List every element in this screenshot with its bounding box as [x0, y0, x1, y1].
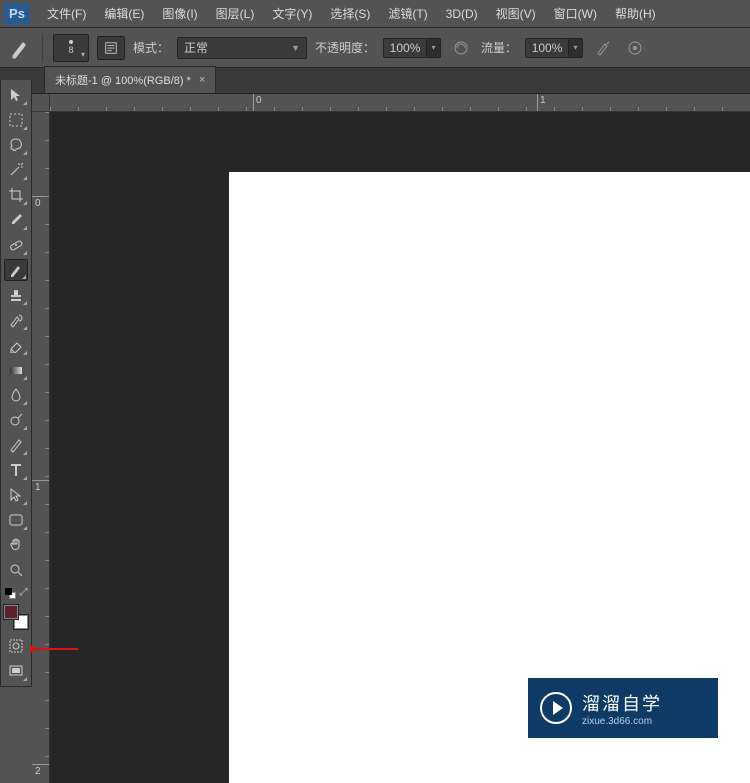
eraser-tool[interactable] [4, 334, 28, 356]
menu-3d[interactable]: 3D(D) [437, 3, 487, 25]
blur-tool[interactable] [4, 384, 28, 406]
document-tab[interactable]: 未标题-1 @ 100%(RGB/8) * × [44, 66, 216, 93]
menu-edit[interactable]: 编辑(E) [95, 1, 153, 26]
color-swatches [3, 604, 29, 630]
watermark: 溜溜自学 zixue.3d66.com [528, 678, 718, 738]
opacity-input[interactable]: 100% [383, 38, 427, 58]
shape-tool[interactable] [4, 509, 28, 531]
watermark-text: 溜溜自学 [582, 690, 662, 716]
brush-tool[interactable] [4, 259, 28, 281]
quick-select-tool[interactable] [4, 159, 28, 181]
opacity-label: 不透明度： [315, 39, 375, 56]
blend-mode-select[interactable]: 正常▼ [177, 37, 307, 59]
vertical-ruler[interactable]: 012 [32, 112, 50, 783]
gradient-tool[interactable] [4, 359, 28, 381]
menu-filter[interactable]: 滤镜(T) [379, 1, 436, 26]
reset-colors-icon[interactable] [5, 588, 16, 599]
mode-label: 模式： [133, 39, 169, 56]
zoom-tool[interactable] [4, 559, 28, 581]
play-icon [540, 692, 572, 724]
opacity-dropdown[interactable]: ▾ [427, 38, 441, 58]
menu-bar: Ps 文件(F) 编辑(E) 图像(I) 图层(L) 文字(Y) 选择(S) 滤… [0, 0, 750, 28]
swap-colors-icon[interactable]: ⤢ [20, 588, 28, 599]
eyedropper-tool[interactable] [4, 209, 28, 231]
opacity-pressure-toggle[interactable] [449, 37, 473, 59]
flow-label: 流量： [481, 39, 517, 56]
brush-preset-picker[interactable]: 8 ▾ [53, 34, 89, 62]
foreground-color-swatch[interactable] [3, 604, 19, 620]
horizontal-ruler[interactable]: 01 [50, 94, 750, 112]
menu-window[interactable]: 窗口(W) [545, 1, 606, 26]
move-tool[interactable] [4, 84, 28, 106]
size-pressure-toggle[interactable] [623, 37, 647, 59]
type-tool[interactable] [4, 459, 28, 481]
options-bar: 8 ▾ 模式： 正常▼ 不透明度： 100% ▾ 流量： 100% ▾ [0, 28, 750, 68]
screen-mode-toggle[interactable] [4, 660, 28, 682]
flow-input[interactable]: 100% [525, 38, 569, 58]
lasso-tool[interactable] [4, 134, 28, 156]
watermark-url: zixue.3d66.com [582, 716, 662, 727]
app-logo: Ps [4, 3, 30, 25]
clone-stamp-tool[interactable] [4, 284, 28, 306]
dodge-tool[interactable] [4, 409, 28, 431]
menu-select[interactable]: 选择(S) [321, 1, 379, 26]
pen-tool[interactable] [4, 434, 28, 456]
quick-mask-toggle[interactable] [4, 635, 28, 657]
menu-type[interactable]: 文字(Y) [263, 1, 321, 26]
document-tab-bar: 未标题-1 @ 100%(RGB/8) * × [0, 68, 750, 94]
tool-preset-picker[interactable] [8, 36, 32, 60]
document-tab-title: 未标题-1 @ 100%(RGB/8) * [55, 72, 191, 88]
history-brush-tool[interactable] [4, 309, 28, 331]
airbrush-toggle[interactable] [591, 37, 615, 59]
crop-tool[interactable] [4, 184, 28, 206]
menu-file[interactable]: 文件(F) [38, 1, 95, 26]
healing-brush-tool[interactable] [4, 234, 28, 256]
tools-panel: ⤢ [0, 80, 32, 687]
menu-layer[interactable]: 图层(L) [207, 1, 264, 26]
brush-panel-toggle[interactable] [97, 36, 125, 60]
menu-view[interactable]: 视图(V) [487, 1, 545, 26]
ruler-origin[interactable] [32, 94, 50, 112]
menu-image[interactable]: 图像(I) [153, 1, 206, 26]
flow-dropdown[interactable]: ▾ [569, 38, 583, 58]
hand-tool[interactable] [4, 534, 28, 556]
marquee-tool[interactable] [4, 109, 28, 131]
divider [42, 34, 43, 62]
path-select-tool[interactable] [4, 484, 28, 506]
close-icon[interactable]: × [199, 74, 205, 86]
menu-help[interactable]: 帮助(H) [606, 1, 665, 26]
